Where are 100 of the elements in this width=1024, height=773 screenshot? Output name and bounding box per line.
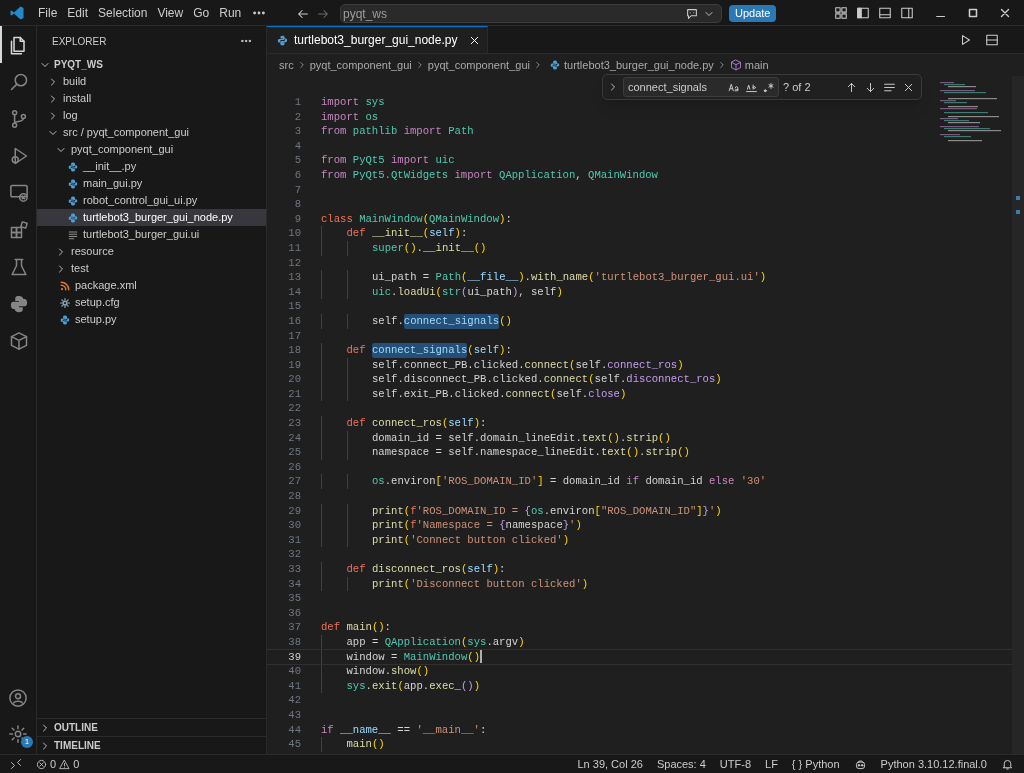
code-token: from xyxy=(321,153,348,168)
layout-icon[interactable] xyxy=(834,5,848,20)
code-token: ) xyxy=(511,284,519,300)
menu-item[interactable]: Selection xyxy=(93,1,153,24)
code-token: () xyxy=(473,240,487,256)
monitor-icon[interactable] xyxy=(9,182,29,203)
tree-item[interactable]: __init__.py xyxy=(37,158,266,175)
tree-item[interactable]: log xyxy=(37,107,266,124)
error-icon xyxy=(36,758,47,770)
tree-item[interactable]: setup.cfg xyxy=(37,294,266,311)
tree-item[interactable]: turtlebot3_burger_gui_node.py xyxy=(37,209,266,226)
code-token: . xyxy=(524,270,531,285)
python-file-icon xyxy=(67,194,79,207)
tree-item[interactable]: turtlebot3_burger_gui.ui xyxy=(37,226,266,243)
status-item[interactable]: LF xyxy=(765,755,778,773)
account-icon[interactable] xyxy=(8,688,28,708)
code-token: ] xyxy=(696,503,703,519)
code-token: connect xyxy=(505,386,551,402)
workspace-root[interactable]: PYQT_WS xyxy=(37,56,266,73)
panel-toggle-icon[interactable] xyxy=(878,5,892,20)
code-token: ( xyxy=(588,270,595,285)
code-token: '__main__' xyxy=(416,722,480,738)
menu-item[interactable]: Run xyxy=(214,1,247,24)
menu-item[interactable]: File xyxy=(33,1,63,24)
python-logo-icon[interactable] xyxy=(9,293,29,314)
scrollbar[interactable] xyxy=(1012,76,1024,754)
remote-icon[interactable] xyxy=(10,758,22,770)
line-number: 22 xyxy=(287,401,301,417)
branch-icon[interactable] xyxy=(9,108,29,129)
code-token: ) xyxy=(518,634,525,650)
sidebar-toggle-icon[interactable] xyxy=(856,5,870,20)
flask-icon[interactable] xyxy=(9,256,29,277)
tree-item[interactable]: setup.py xyxy=(37,311,266,328)
extensions-icon[interactable] xyxy=(9,219,29,240)
arrow-up-icon[interactable] xyxy=(845,80,858,94)
code-token: disconnect_ros xyxy=(371,562,461,577)
app-logo-icon xyxy=(9,4,25,21)
warning-icon xyxy=(59,758,71,770)
status-item[interactable]: { } Python xyxy=(791,755,840,773)
code-token: uic xyxy=(435,153,455,168)
status-item[interactable]: Ln 39, Col 26 xyxy=(577,755,643,773)
code-token: self.connect_PB.clicked. xyxy=(372,357,525,373)
tree-item[interactable]: robot_control_gui_ui.py xyxy=(37,192,266,209)
find-input[interactable]: connect_signals xyxy=(623,77,779,97)
menu-item[interactable]: Edit xyxy=(62,1,94,24)
section-header[interactable]: OUTLINE xyxy=(37,718,266,736)
split-editor-icon[interactable] xyxy=(985,32,999,47)
code-token: print xyxy=(372,532,404,548)
regex-icon[interactable] xyxy=(762,80,775,94)
tree-item[interactable]: pyqt_component_gui xyxy=(37,141,266,158)
line-number: 32 xyxy=(287,547,301,562)
line-number: 33 xyxy=(287,562,301,577)
code-token: QMainWindow xyxy=(588,167,658,183)
code-token: ui_path = xyxy=(372,270,431,285)
code-token: namespace = self.namespace_lineEdit. xyxy=(372,445,601,460)
line-number: 16 xyxy=(287,313,301,329)
line-number: 13 xyxy=(287,270,301,285)
status-item[interactable]: Python 3.10.12.final.0 xyxy=(880,755,987,773)
search-icon[interactable] xyxy=(9,71,29,92)
settings-icon[interactable] xyxy=(8,724,28,744)
code-token: import xyxy=(321,95,361,110)
chat-icon[interactable] xyxy=(685,6,699,21)
code-token: () xyxy=(467,649,480,665)
code-token: ) xyxy=(759,270,767,285)
line-number: 2 xyxy=(293,109,301,125)
code-token: : xyxy=(384,620,391,635)
run-debug-icon[interactable] xyxy=(9,145,29,166)
problems-indicator[interactable]: 0 0 xyxy=(32,755,84,773)
copilot-icon[interactable] xyxy=(853,757,867,771)
tree-item[interactable]: src / pyqt_component_gui xyxy=(37,124,266,141)
status-item[interactable]: UTF-8 xyxy=(719,755,751,773)
tree-item[interactable]: install xyxy=(37,90,266,107)
code-token: ) xyxy=(492,562,500,577)
status-item[interactable]: Spaces: 4 xyxy=(656,755,706,773)
tree-item[interactable]: test xyxy=(37,260,266,277)
cube-icon[interactable] xyxy=(9,330,29,351)
tree-item[interactable]: resource xyxy=(37,243,266,260)
editor-tab[interactable]: turtlebot3_burger_gui_node.py xyxy=(267,26,489,53)
command-center[interactable]: pyqt_ws xyxy=(340,4,722,23)
text-cursor xyxy=(480,649,482,663)
tree-item[interactable]: main_gui.py xyxy=(37,175,266,192)
line-number: 34 xyxy=(287,576,301,592)
tree-item[interactable]: package.xml xyxy=(37,277,266,294)
breadcrumb[interactable]: src xyxy=(279,56,294,74)
line-number: 3 xyxy=(293,124,301,139)
tree-item[interactable]: build xyxy=(37,73,266,90)
breadcrumb[interactable]: turtlebot3_burger_gui_node.py xyxy=(563,56,714,74)
arrow-down-icon[interactable] xyxy=(864,80,877,94)
code-token: self xyxy=(448,416,474,431)
code-token: : xyxy=(505,211,512,227)
secondary-sidebar-icon[interactable] xyxy=(900,5,914,20)
bell-icon[interactable] xyxy=(1001,757,1014,771)
menu-item[interactable]: View xyxy=(152,1,189,24)
breadcrumb[interactable]: main xyxy=(744,56,769,74)
menu-item[interactable]: Go xyxy=(188,1,215,24)
breadcrumb[interactable]: pyqt_component_gui xyxy=(309,56,412,74)
run-icon[interactable] xyxy=(959,32,973,47)
update-button[interactable]: Update xyxy=(729,5,777,22)
code-token: 'Connect button clicked' xyxy=(410,532,563,548)
breadcrumb[interactable]: pyqt_component_gui xyxy=(427,56,530,74)
